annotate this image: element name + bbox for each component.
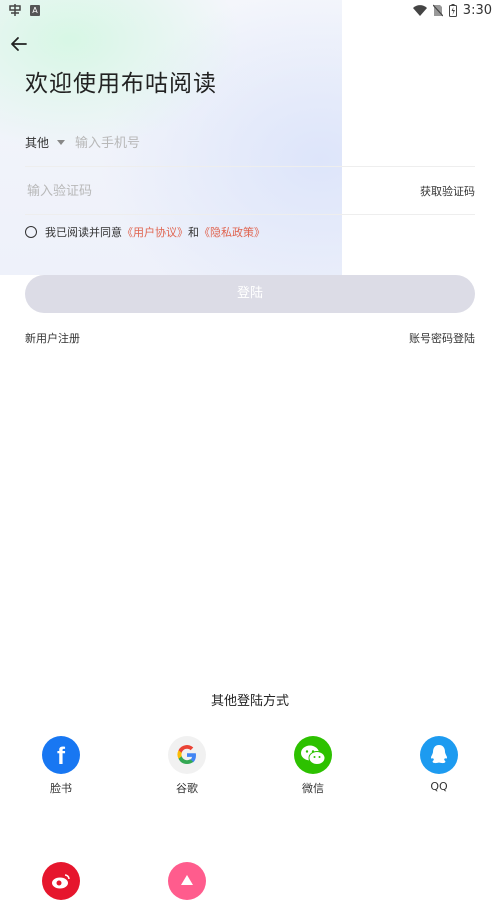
weibo-login-button[interactable] bbox=[21, 862, 101, 900]
agreement-prefix: 我已阅读并同意 bbox=[45, 226, 122, 239]
pink-app-login-button[interactable] bbox=[147, 862, 227, 900]
notification-badge-icon: A bbox=[30, 4, 40, 16]
wechat-label: 微信 bbox=[302, 782, 324, 795]
weibo-icon bbox=[42, 862, 80, 900]
status-time: 3:30 bbox=[462, 3, 492, 18]
wifi-icon bbox=[412, 4, 427, 16]
google-icon bbox=[168, 736, 206, 774]
facebook-icon: f bbox=[42, 736, 80, 774]
svg-text:f: f bbox=[57, 743, 66, 770]
region-label: 其他 bbox=[25, 136, 50, 150]
user-agreement-link[interactable]: 《用户协议》 bbox=[122, 224, 188, 240]
battery-icon bbox=[448, 4, 457, 17]
agreement: 我已阅读并同意 《用户协议》 和 《隐私政策》 bbox=[25, 224, 265, 240]
facebook-label: 脸书 bbox=[50, 782, 72, 795]
page-title: 欢迎使用布咕阅读 bbox=[25, 71, 217, 97]
caret-down-icon bbox=[57, 140, 66, 145]
app-notification-icon bbox=[9, 4, 21, 16]
login-button[interactable]: 登陆 bbox=[25, 275, 475, 313]
get-code-button[interactable]: 获取验证码 bbox=[420, 183, 475, 199]
phone-input[interactable] bbox=[73, 130, 447, 156]
privacy-policy-link[interactable]: 《隐私政策》 bbox=[199, 224, 265, 240]
pink-app-icon bbox=[168, 862, 206, 900]
back-button[interactable] bbox=[8, 33, 30, 55]
google-label: 谷歌 bbox=[176, 782, 198, 795]
facebook-login-button[interactable]: f 脸书 bbox=[21, 736, 101, 796]
register-link[interactable]: 新用户注册 bbox=[25, 330, 80, 346]
wechat-login-button[interactable]: 微信 bbox=[273, 736, 353, 796]
region-selector[interactable]: 其他 bbox=[25, 134, 66, 151]
qq-icon bbox=[420, 736, 458, 774]
other-login-title: 其他登陆方式 bbox=[210, 694, 289, 709]
arrow-left-icon bbox=[11, 37, 27, 51]
password-login-link[interactable]: 账号密码登陆 bbox=[409, 330, 475, 346]
phone-row: 其他 bbox=[25, 118, 475, 167]
agree-radio[interactable] bbox=[25, 226, 37, 238]
agreement-and: 和 bbox=[188, 226, 199, 239]
code-row: 获取验证码 bbox=[25, 166, 475, 215]
qq-login-button[interactable]: QQ bbox=[399, 736, 479, 793]
verification-code-input[interactable] bbox=[25, 178, 409, 204]
google-login-button[interactable]: 谷歌 bbox=[147, 736, 227, 796]
wechat-icon bbox=[294, 736, 332, 774]
no-sim-icon bbox=[432, 4, 443, 17]
qq-label: QQ bbox=[430, 780, 448, 793]
status-bar: A 3:30 bbox=[0, 0, 500, 22]
